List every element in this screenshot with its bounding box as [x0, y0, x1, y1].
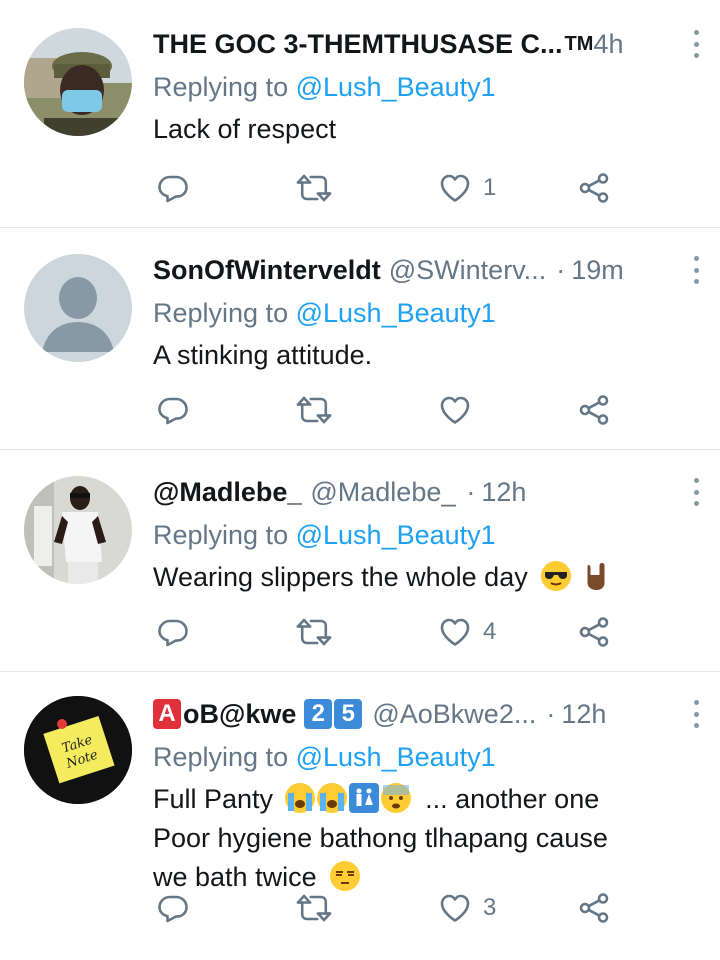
reply-mention-link[interactable]: @Lush_Beauty1	[296, 298, 496, 328]
tweet[interactable]: THE GOC 3-THEMTHUSASE C... TM 4h Replyin…	[0, 0, 720, 228]
like-button[interactable]	[439, 390, 471, 430]
heart-icon	[439, 394, 471, 426]
reply-mention-link[interactable]: @Lush_Beauty1	[296, 520, 496, 550]
time-prefix: TM	[564, 33, 594, 55]
user-handle[interactable]: @SWinterv...	[389, 250, 546, 290]
retweet-button[interactable]	[296, 168, 332, 208]
separator-dot: ·	[466, 477, 476, 507]
reply-mention-link[interactable]: @Lush_Beauty1	[296, 742, 496, 772]
retweet-icon	[296, 394, 332, 426]
reply-button[interactable]	[157, 390, 189, 430]
more-options-icon[interactable]	[686, 476, 706, 508]
replying-to: Replying to @Lush_Beauty1	[153, 72, 496, 102]
reply-icon	[157, 172, 189, 204]
tweet-time: 12h	[561, 699, 607, 729]
like-button[interactable]: 3	[439, 888, 496, 928]
reply-button[interactable]	[157, 612, 189, 652]
separator-dot: ·	[546, 699, 556, 729]
tweet[interactable]: SonOfWinterveldt @SWinterv... · 19m Repl…	[0, 228, 720, 450]
share-button[interactable]	[578, 612, 610, 652]
retweet-icon	[296, 172, 332, 204]
tweet[interactable]: Take Note A oB@kwe 2 5 @AoBkwe2... · 12h…	[0, 672, 720, 960]
heart-icon	[439, 892, 471, 924]
more-options-icon[interactable]	[686, 698, 706, 730]
display-name[interactable]: oB@kwe	[183, 694, 296, 734]
retweet-button[interactable]	[296, 612, 332, 652]
share-icon	[578, 394, 610, 426]
replying-to: Replying to @Lush_Beauty1	[153, 742, 496, 772]
like-count: 3	[483, 894, 497, 921]
name-digit-badge: 2	[304, 699, 333, 729]
replying-to: Replying to @Lush_Beauty1	[153, 520, 496, 550]
retweet-icon	[296, 892, 332, 924]
unamused-face-icon	[330, 861, 361, 891]
like-count: 4	[483, 618, 497, 645]
tweet-time: 12h	[481, 477, 527, 507]
name-badge-a: A	[153, 699, 181, 729]
loudly-crying-face-icon	[284, 783, 315, 813]
more-options-icon[interactable]	[686, 254, 706, 286]
tweet-time: 4h	[593, 29, 624, 59]
avatar[interactable]	[24, 254, 132, 362]
name-digit-badge: 5	[334, 699, 363, 729]
replying-to: Replying to @Lush_Beauty1	[153, 298, 496, 328]
retweet-button[interactable]	[296, 888, 332, 928]
tweet[interactable]: @Madlebe_ @Madlebe_ · 12h Replying to @L…	[0, 450, 720, 672]
share-icon	[578, 172, 610, 204]
tweet-text: Lack of respect	[153, 114, 337, 144]
tweet-text: Wearing slippers the whole day	[153, 558, 700, 597]
avatar[interactable]: Take Note	[24, 696, 132, 804]
retweet-button[interactable]	[296, 390, 332, 430]
display-name[interactable]: @Madlebe_	[153, 472, 302, 512]
reply-icon	[157, 616, 189, 648]
share-icon	[578, 892, 610, 924]
retweet-icon	[296, 616, 332, 648]
user-handle[interactable]: @AoBkwe2...	[372, 694, 536, 734]
reply-icon	[157, 892, 189, 924]
default-avatar-icon	[24, 254, 132, 362]
separator-dot: ·	[556, 255, 566, 285]
like-button[interactable]: 4	[439, 612, 496, 652]
anxious-face-with-sweat-icon	[380, 783, 411, 813]
avatar[interactable]	[24, 28, 132, 136]
like-count: 1	[483, 174, 497, 201]
heart-icon	[439, 172, 471, 204]
more-options-icon[interactable]	[686, 28, 706, 60]
smiling-face-with-sunglasses-icon	[541, 561, 572, 591]
like-button[interactable]: 1	[439, 168, 496, 208]
display-name[interactable]: THE GOC 3-THEMTHUSASE C...	[153, 24, 563, 64]
sign-of-horns-icon	[581, 561, 611, 591]
loudly-crying-face-icon	[316, 783, 347, 813]
share-button[interactable]	[578, 168, 610, 208]
tweet-time: 19m	[571, 255, 624, 285]
tweet-text: Full Panty ... another one Poor hygiene …	[153, 783, 608, 892]
take-note-sticky-icon: Take Note	[24, 696, 132, 804]
heart-icon	[439, 616, 471, 648]
reply-mention-link[interactable]: @Lush_Beauty1	[296, 72, 496, 102]
avatar[interactable]	[24, 476, 132, 584]
reply-icon	[157, 394, 189, 426]
restroom-symbol-icon	[348, 783, 379, 813]
user-handle[interactable]: @Madlebe_	[310, 472, 456, 512]
share-button[interactable]	[578, 390, 610, 430]
reply-button[interactable]	[157, 168, 189, 208]
share-button[interactable]	[578, 888, 610, 928]
tweet-text: A stinking attitude.	[153, 340, 373, 370]
share-icon	[578, 616, 610, 648]
reply-button[interactable]	[157, 888, 189, 928]
display-name[interactable]: SonOfWinterveldt	[153, 250, 381, 290]
